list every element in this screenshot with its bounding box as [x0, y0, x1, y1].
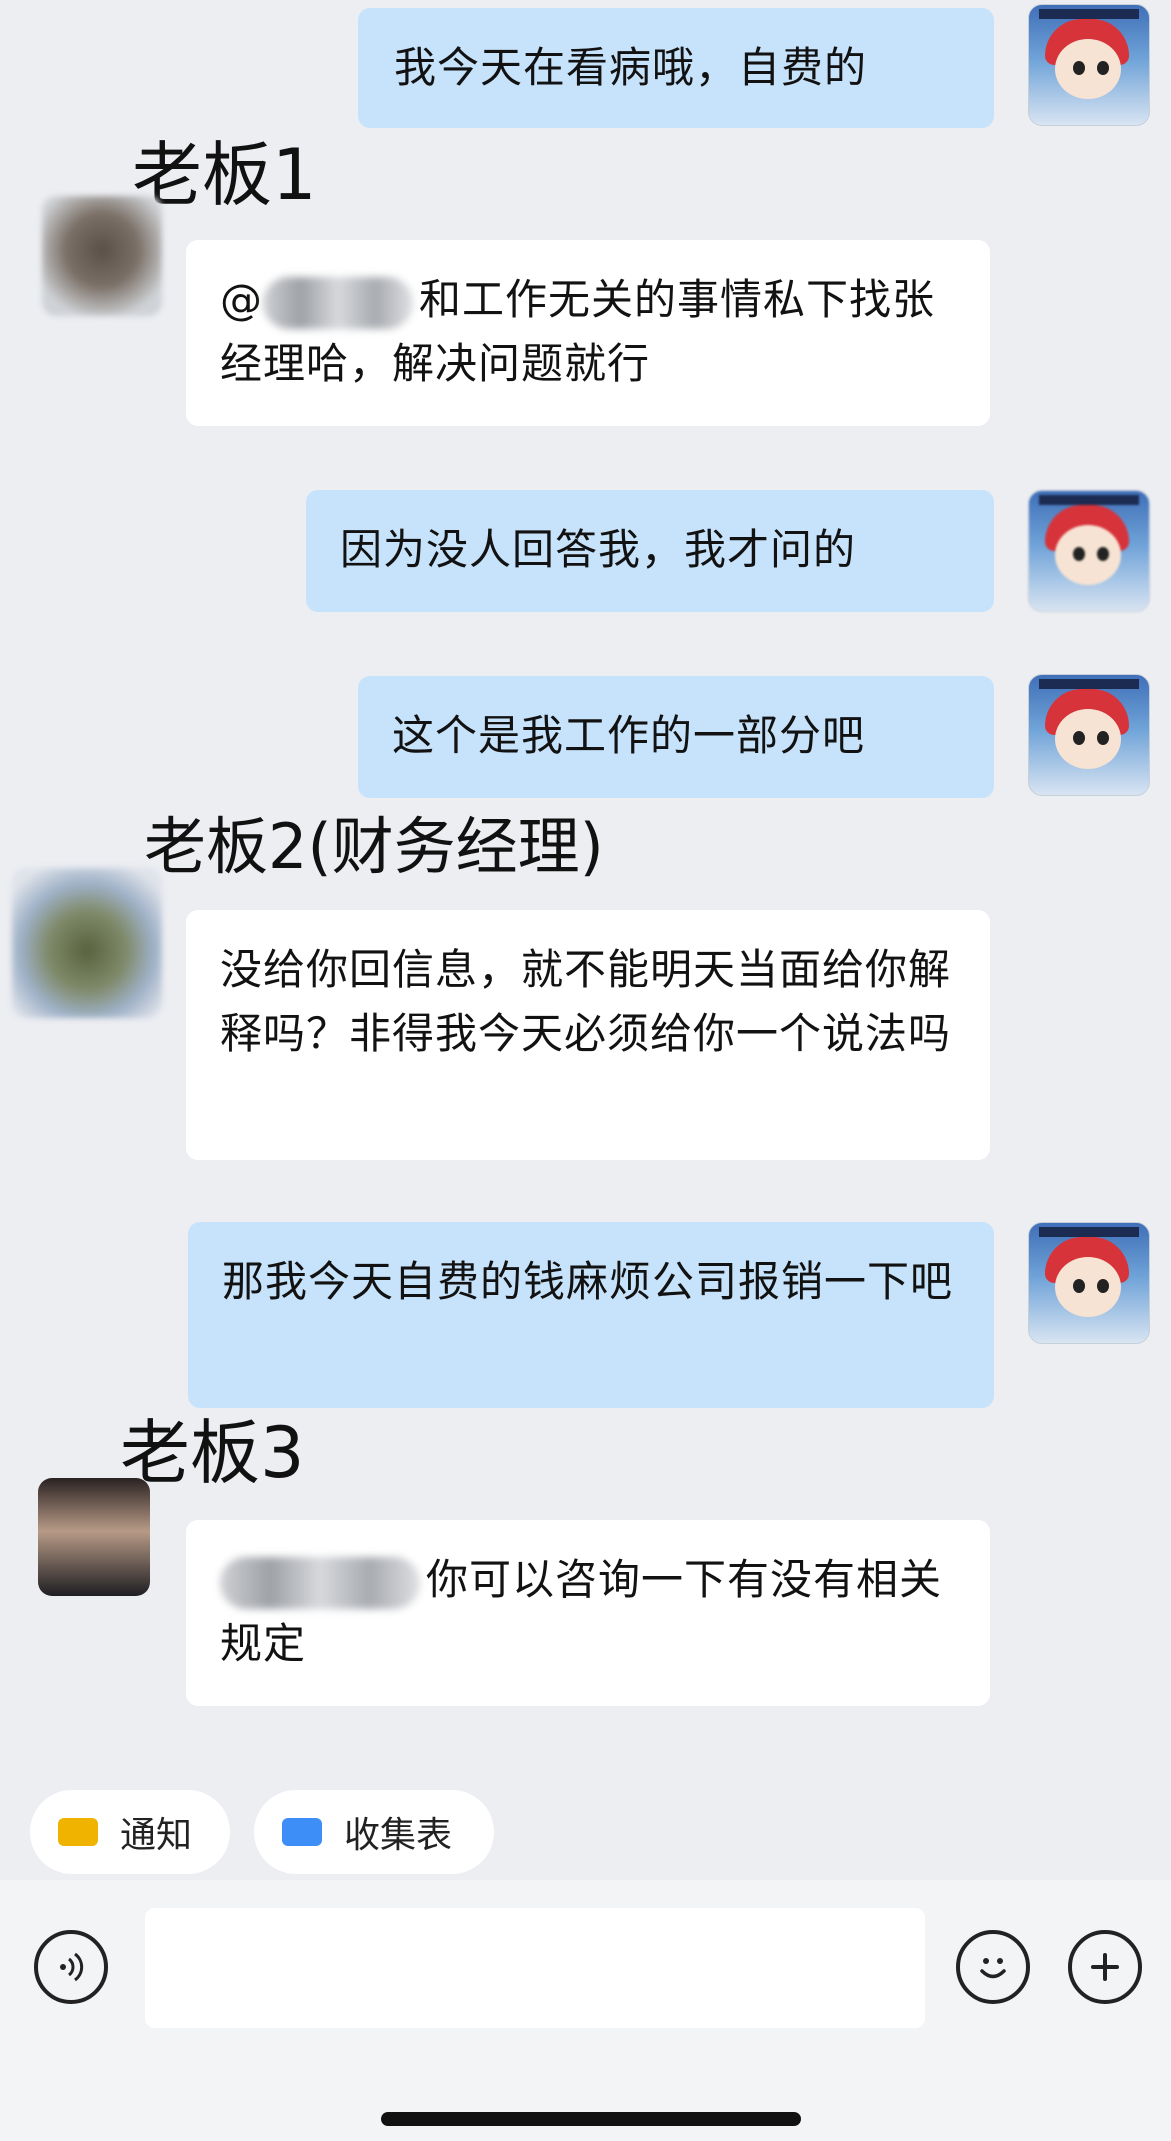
sender-name: 老板2(财务经理): [144, 810, 604, 883]
avatar-banner: [1039, 495, 1139, 505]
mention-at: @: [220, 275, 263, 324]
chip-label: 通知: [120, 1815, 193, 1856]
home-indicator[interactable]: [381, 2112, 801, 2126]
emoji-icon[interactable]: [956, 1930, 1030, 2004]
incoming-message[interactable]: @ 和工作无关的事情私下找张经理哈，解决问题就行: [186, 240, 990, 426]
chip-label: 收集表: [344, 1815, 453, 1856]
outgoing-message[interactable]: 这个是我工作的一部分吧: [358, 676, 994, 798]
my-avatar[interactable]: [1028, 490, 1150, 612]
sender-avatar[interactable]: [12, 868, 162, 1018]
outgoing-message[interactable]: 那我今天自费的钱麻烦公司报销一下吧: [188, 1222, 994, 1408]
avatar-eye: [1073, 731, 1085, 745]
message-text: 我今天在看病哦，自费的: [394, 43, 868, 92]
my-avatar[interactable]: [1028, 4, 1150, 126]
message-text: 没给你回信息，就不能明天当面给你解释吗？非得我今天必须给你一个说法吗: [220, 945, 952, 1058]
message-input[interactable]: [145, 1908, 925, 2028]
avatar-face: [1055, 525, 1121, 585]
sender-avatar[interactable]: [42, 196, 162, 316]
avatar-banner: [1039, 1227, 1139, 1237]
avatar-eye: [1097, 1279, 1109, 1293]
form-chip[interactable]: 收集表: [254, 1790, 494, 1874]
outgoing-message[interactable]: 因为没人回答我，我才问的: [306, 490, 994, 612]
avatar-eye: [1073, 547, 1085, 561]
avatar-banner: [1039, 679, 1139, 689]
avatar-eye: [1073, 61, 1085, 75]
notice-icon: [58, 1818, 98, 1846]
sender-name: 老板3: [120, 1412, 305, 1494]
plus-icon[interactable]: [1068, 1930, 1142, 2004]
voice-icon[interactable]: [34, 1930, 108, 2004]
incoming-message[interactable]: 没给你回信息，就不能明天当面给你解释吗？非得我今天必须给你一个说法吗: [186, 910, 990, 1160]
avatar-face: [1055, 709, 1121, 769]
message-text: 因为没人回答我，我才问的: [340, 525, 857, 574]
mention-blurred: [263, 276, 413, 329]
sender-name: 老板1: [132, 134, 317, 216]
quick-action-bar: 通知 收集表: [0, 1790, 1171, 1880]
my-avatar[interactable]: [1028, 1222, 1150, 1344]
incoming-message[interactable]: 你可以咨询一下有没有相关规定: [186, 1520, 990, 1706]
avatar-eye: [1097, 731, 1109, 745]
avatar-eye: [1097, 547, 1109, 561]
sender-avatar[interactable]: [38, 1478, 150, 1596]
input-bar: [0, 1880, 1171, 2141]
avatar-face: [1055, 1257, 1121, 1317]
chat-area[interactable]: 我今天在看病哦，自费的 老板1 @ 和工作无关的事情私下找张经理哈，解决问题就行 …: [0, 0, 1171, 1770]
form-icon: [282, 1818, 322, 1846]
notice-chip[interactable]: 通知: [30, 1790, 230, 1874]
outgoing-message[interactable]: 我今天在看病哦，自费的: [358, 8, 994, 128]
message-text: 那我今天自费的钱麻烦公司报销一下吧: [222, 1257, 954, 1306]
avatar-eye: [1073, 1279, 1085, 1293]
avatar-face: [1055, 39, 1121, 99]
message-text: 这个是我工作的一部分吧: [392, 711, 866, 760]
avatar-banner: [1039, 9, 1139, 19]
avatar-eye: [1097, 61, 1109, 75]
mention-blurred: [220, 1556, 420, 1609]
my-avatar[interactable]: [1028, 674, 1150, 796]
